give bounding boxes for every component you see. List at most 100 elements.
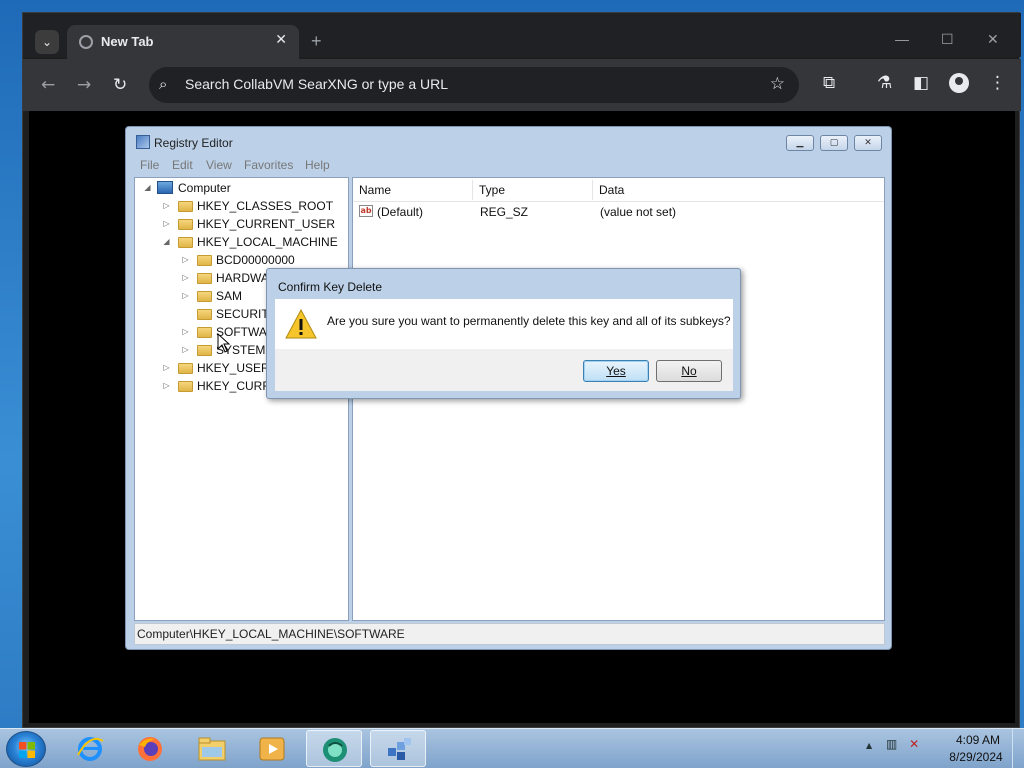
confirm-key-delete-dialog: Confirm Key Delete Are you sure you want… [266,268,741,399]
status-path: Computer\HKEY_LOCAL_MACHINE\SOFTWARE [137,627,405,641]
tree-node-bcd[interactable]: BCD00000000 [216,252,295,268]
tray-area: ▲ ▥ ✕ [866,737,919,751]
folder-icon [178,201,193,212]
registry-editor-icon [388,738,411,760]
close-tab-icon[interactable]: ✕ [275,31,287,48]
expand-arrow-icon[interactable]: ▷ [181,324,190,340]
expand-arrow-icon[interactable]: ▷ [181,270,190,286]
bookmark-star-icon[interactable]: ☆ [770,74,785,94]
clock-date[interactable]: 8/29/2024 [944,750,1008,764]
tree-node-hklm[interactable]: HKEY_LOCAL_MACHINE [197,234,338,250]
expand-arrow-icon[interactable]: ▷ [162,378,171,394]
taskbar-firefox[interactable] [122,730,178,767]
folder-icon [197,327,212,338]
dialog-body: Are you sure you want to permanently del… [275,299,733,349]
collapse-arrow-icon[interactable]: ◢ [162,234,171,250]
folder-icon [197,309,212,320]
expand-arrow-icon[interactable]: ▷ [181,288,190,304]
folder-icon [197,273,212,284]
minimize-button[interactable]: — [895,31,909,47]
show-desktop-button[interactable] [1012,729,1024,768]
expand-arrow-icon[interactable]: ▷ [162,360,171,376]
tab-strip: ⌄ New Tab ✕ + — ☐ ✕ [23,13,1021,59]
menu-view[interactable]: View [206,158,232,172]
regedit-close-button[interactable]: ✕ [854,135,882,151]
reload-icon[interactable]: ↻ [113,75,127,95]
expand-arrow-icon[interactable]: ▷ [181,252,190,268]
taskbar-media-player[interactable] [244,730,300,767]
yes-button[interactable]: Yes [583,360,649,382]
tree-node-computer[interactable]: Computer [178,180,231,196]
tree-node-hkcu[interactable]: HKEY_CURRENT_USER [197,216,335,232]
dialog-title: Confirm Key Delete [278,280,383,294]
mouse-cursor-icon [217,333,231,353]
folder-icon [197,345,212,356]
media-player-icon [259,737,285,761]
taskbar-registry-editor[interactable] [370,730,426,767]
value-data: (value not set) [600,205,677,219]
tab-new-tab[interactable]: New Tab ✕ [67,25,299,59]
show-hidden-icons-button[interactable]: ▲ [866,741,872,750]
folder-icon [178,381,193,392]
tree-node-hkcr[interactable]: HKEY_CLASSES_ROOT [197,198,333,214]
profile-avatar-icon[interactable] [949,73,969,93]
address-bar[interactable]: ⌕ Search CollabVM SearXNG or type a URL … [149,67,799,103]
extensions-icon[interactable]: ⧉ [823,73,835,93]
tab-search-button[interactable]: ⌄ [35,30,59,54]
menu-kebab-icon[interactable]: ⋮ [989,73,1006,93]
value-type: REG_SZ [480,205,529,219]
expand-arrow-icon[interactable]: ▷ [181,342,190,358]
network-icon[interactable]: ▥ [886,737,897,751]
forward-arrow-icon[interactable]: → [77,75,91,95]
taskbar-explorer[interactable] [184,730,240,767]
tab-title: New Tab [101,34,154,49]
address-placeholder: Search CollabVM SearXNG or type a URL [185,76,448,92]
folder-explorer-icon [198,737,226,761]
column-header-row: Name Type Data [353,178,884,202]
dialog-footer: Yes No [275,349,733,391]
back-arrow-icon[interactable]: ← [41,75,55,95]
labs-flask-icon[interactable]: ⚗ [877,73,892,93]
registry-editor-icon [136,135,150,149]
expand-arrow-icon[interactable]: ▷ [162,216,171,232]
regedit-maximize-button[interactable]: ▢ [820,135,848,151]
new-tab-button[interactable]: + [311,31,322,52]
column-type[interactable]: Type [473,180,593,200]
warning-icon [285,309,317,339]
tree-node-hardware[interactable]: HARDWA [216,270,269,286]
volume-muted-icon[interactable]: ✕ [909,737,919,751]
globe-icon [79,35,93,49]
folder-icon [178,237,193,248]
desktop: ⌄ New Tab ✕ + — ☐ ✕ ← → ↻ ⌕ Search Colla… [0,0,1024,768]
tree-node-sam[interactable]: SAM [216,288,242,304]
side-panel-icon[interactable]: ◧ [913,73,929,93]
browser-toolbar: ← → ↻ ⌕ Search CollabVM SearXNG or type … [23,59,1021,111]
menu-favorites[interactable]: Favorites [244,158,293,172]
collapse-arrow-icon[interactable]: ◢ [143,180,152,196]
taskbar: ▲ ▥ ✕ 4:09 AM 8/29/2024 [0,728,1024,768]
start-button[interactable] [6,731,46,767]
taskbar-app-active[interactable] [306,730,362,767]
folder-icon [178,219,193,230]
regedit-minimize-button[interactable]: ▁ [786,135,814,151]
menu-bar: File Edit View Favorites Help [132,155,885,175]
firefox-icon [138,737,162,761]
maximize-button[interactable]: ☐ [941,31,954,48]
app-icon [323,738,347,762]
no-button[interactable]: No [656,360,722,382]
menu-help[interactable]: Help [305,158,330,172]
dialog-message: Are you sure you want to permanently del… [327,314,731,328]
folder-icon [178,363,193,374]
menu-edit[interactable]: Edit [172,158,193,172]
string-value-icon: ab [359,205,373,217]
column-data[interactable]: Data [593,180,884,200]
windows-logo-icon [19,742,35,758]
clock-time[interactable]: 4:09 AM [948,733,1008,747]
menu-file[interactable]: File [140,158,159,172]
column-name[interactable]: Name [353,180,473,200]
close-window-button[interactable]: ✕ [987,31,999,48]
taskbar-internet-explorer[interactable] [62,730,118,767]
internet-explorer-icon [77,737,104,761]
value-name[interactable]: (Default) [377,204,423,220]
expand-arrow-icon[interactable]: ▷ [162,198,171,214]
